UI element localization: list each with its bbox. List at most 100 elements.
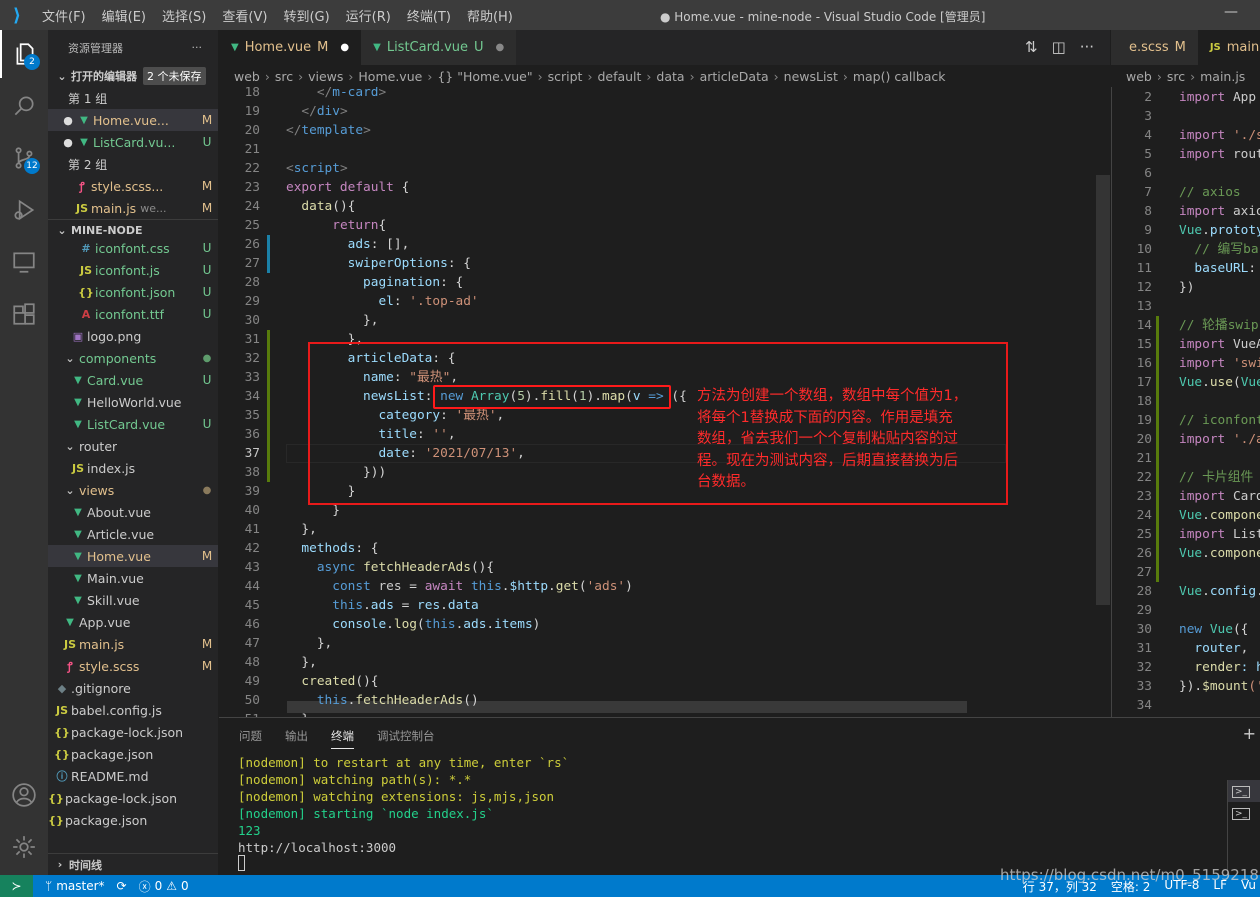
code-line[interactable]: }).$mount(' (1179, 677, 1260, 696)
code-line[interactable]: Vue.compone (1179, 544, 1260, 563)
code-line[interactable]: <script> (286, 159, 348, 178)
code-line[interactable]: import List (1179, 525, 1260, 544)
code-line[interactable]: </div> (286, 102, 347, 121)
unsaved-dot-icon[interactable]: ● (60, 136, 76, 149)
folder-item[interactable]: ⌄ router (48, 435, 218, 457)
code-line[interactable]: this.fetchHeaderAds() (286, 691, 479, 710)
file-item[interactable]: ▼ Main.vue (48, 567, 218, 589)
code-line[interactable]: el: '.top-ad' (286, 292, 478, 311)
menu-item[interactable]: 帮助(H) (459, 6, 521, 25)
code-line[interactable]: ads: [], (286, 235, 410, 254)
unsaved-dot-icon[interactable]: ● (60, 114, 76, 127)
file-item[interactable]: JS babel.config.js (48, 699, 218, 721)
file-item[interactable]: ▼ About.vue (48, 501, 218, 523)
menu-item[interactable]: 选择(S) (154, 6, 214, 25)
file-item[interactable]: ● ▼ ListCard.vu... U (48, 131, 218, 153)
file-item[interactable]: JS main.js we... M (48, 197, 218, 219)
extensions-button[interactable] (0, 290, 48, 338)
panel-tab[interactable]: 输出 (285, 728, 308, 748)
file-item[interactable]: {} package.json (48, 809, 218, 831)
file-item[interactable]: ▼ Card.vue U (48, 369, 218, 391)
menu-item[interactable]: 查看(V) (214, 6, 275, 25)
code-line[interactable]: // iconfont (1179, 411, 1260, 430)
problems-button[interactable]: ⓧ 0 ⚠ 0 (139, 878, 189, 895)
editor-tab[interactable]: e.scss M (1111, 30, 1198, 65)
code-line[interactable]: router, (1179, 639, 1248, 658)
file-item[interactable]: {} package-lock.json (48, 787, 218, 809)
folder-item[interactable]: ⌄ views ● (48, 479, 218, 501)
git-change-gutter[interactable] (1156, 316, 1159, 582)
scrollbar[interactable] (1096, 175, 1110, 605)
file-item[interactable]: ▼ HelloWorld.vue (48, 391, 218, 413)
code-line[interactable]: pagination: { (286, 273, 463, 292)
code-line[interactable]: created(){ (286, 672, 378, 691)
code-line[interactable]: Vue.config. (1179, 582, 1260, 601)
code-line[interactable]: }, (286, 520, 316, 539)
terminal-item[interactable]: >_ (1228, 802, 1260, 824)
breadcrumb-item[interactable]: views (308, 69, 343, 84)
code-line[interactable]: import App (1179, 88, 1256, 107)
code-editor-2[interactable]: 2import App34import './s5import rout67//… (1111, 87, 1260, 717)
file-item[interactable]: ꝭ style.scss... M (48, 175, 218, 197)
code-line[interactable]: import './s (1179, 126, 1260, 145)
file-item[interactable]: ▼ App.vue (48, 611, 218, 633)
code-line[interactable]: </template> (286, 121, 371, 140)
file-item[interactable]: ▣ logo.png (48, 325, 218, 347)
file-item[interactable]: ꝭ style.scss M (48, 655, 218, 677)
file-item[interactable]: ⓘ README.md (48, 765, 218, 787)
code-line[interactable]: Vue.use(Vue (1179, 373, 1260, 392)
branch-button[interactable]: ᛘ master* (45, 879, 105, 893)
code-line[interactable]: }, (286, 311, 378, 330)
breadcrumb-item[interactable]: main.js (1200, 69, 1245, 84)
code-line[interactable]: methods: { (286, 539, 378, 558)
breadcrumb-item[interactable]: map() callback (853, 69, 946, 84)
code-line[interactable]: import 'swi (1179, 354, 1260, 373)
code-line[interactable]: return{ (286, 216, 386, 235)
code-line[interactable]: import Card (1179, 487, 1260, 506)
code-line[interactable]: } (286, 710, 309, 717)
code-line[interactable]: this.ads = res.data (286, 596, 478, 615)
code-line[interactable]: swiperOptions: { (286, 254, 471, 273)
breadcrumb-item[interactable]: web (1126, 69, 1152, 84)
code-line[interactable]: Vue.prototy (1179, 221, 1260, 240)
editor-tab[interactable]: JS main.js (1197, 30, 1260, 65)
git-change-gutter[interactable] (267, 330, 270, 482)
sync-button[interactable]: ⟳ (117, 879, 127, 893)
menu-item[interactable]: 转到(G) (275, 6, 337, 25)
search-button[interactable] (0, 82, 48, 130)
file-item[interactable]: ▼ Skill.vue (48, 589, 218, 611)
folder-item[interactable]: ⌄ components ● (48, 347, 218, 369)
split-editor-icon[interactable]: ◫ (1052, 38, 1066, 56)
remote-button[interactable]: ≻ (0, 875, 33, 897)
open-editors-header[interactable]: ⌄ 打开的编辑器 2 个未保存 (48, 65, 218, 87)
source-control-button[interactable]: 12 (0, 134, 48, 182)
file-item[interactable]: ▼ Home.vue M (48, 545, 218, 567)
code-line[interactable]: baseURL: (1179, 259, 1256, 278)
more-actions-button[interactable]: ··· (192, 41, 203, 54)
file-item[interactable]: # iconfont.css U (48, 237, 218, 259)
breadcrumb-item[interactable]: src (275, 69, 293, 84)
code-line[interactable]: export default { (286, 178, 409, 197)
timeline-header[interactable]: › 时间线 (48, 853, 218, 875)
breadcrumb-item[interactable]: newsList (784, 69, 838, 84)
code-line[interactable]: // axios (1179, 183, 1241, 202)
panel-tab[interactable]: 调试控制台 (377, 728, 435, 748)
file-item[interactable]: ▼ ListCard.vue U (48, 413, 218, 435)
panel-tab[interactable]: 终端 (331, 728, 354, 749)
account-button[interactable] (0, 771, 48, 819)
code-line[interactable]: // 轮播swip (1179, 316, 1259, 335)
file-item[interactable]: ◆ .gitignore (48, 677, 218, 699)
explorer-button[interactable]: 2 (0, 30, 48, 78)
code-line[interactable]: Vue.compone (1179, 506, 1260, 525)
file-item[interactable]: ▼ Article.vue (48, 523, 218, 545)
code-line[interactable]: // 卡片组件 (1179, 468, 1253, 487)
code-line[interactable]: async fetchHeaderAds(){ (286, 558, 494, 577)
breadcrumb-item[interactable]: script (548, 69, 583, 84)
file-item[interactable]: JS iconfont.js U (48, 259, 218, 281)
breadcrumb-item[interactable]: data (656, 69, 684, 84)
file-item[interactable]: ● ▼ Home.vue... M (48, 109, 218, 131)
code-line[interactable]: }, (286, 634, 332, 653)
file-item[interactable]: {} iconfont.json U (48, 281, 218, 303)
menu-item[interactable]: 终端(T) (399, 6, 459, 25)
code-line[interactable]: const res = await this.$http.get('ads') (286, 577, 633, 596)
